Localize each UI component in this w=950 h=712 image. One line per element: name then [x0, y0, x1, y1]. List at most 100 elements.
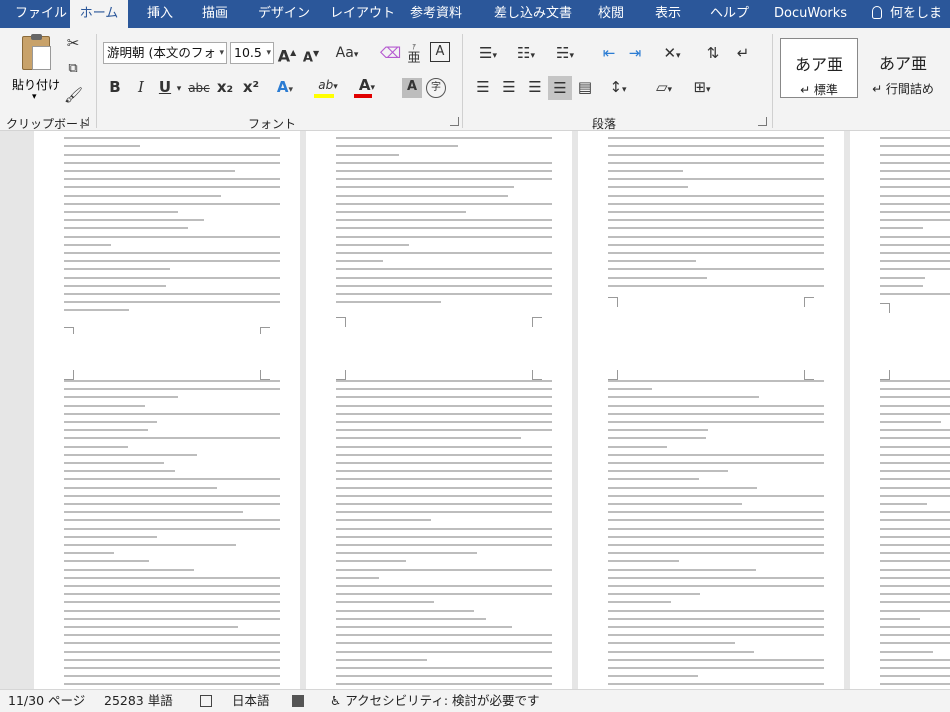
ime-icon[interactable]	[292, 690, 304, 712]
phonetic-guide-button[interactable]: ｱ亜	[404, 41, 424, 65]
show-marks-button[interactable]: ↵	[732, 44, 754, 62]
text-line	[608, 243, 824, 246]
text-line	[336, 667, 552, 669]
strikethrough-button[interactable]: abc	[186, 79, 212, 97]
tab-help[interactable]: ヘルプ	[708, 0, 751, 28]
tell-me-search[interactable]: 何をしま	[872, 0, 942, 28]
sort-button[interactable]: ⇅	[702, 44, 724, 62]
borders-button[interactable]: ⊞▾	[686, 78, 718, 99]
styles-gallery: あア亜 ↵ 標準 あア亜 ↵ 行間詰め	[778, 38, 950, 101]
text-line	[336, 486, 552, 489]
numbering-button[interactable]: ☷▾	[510, 44, 542, 65]
distributed-button[interactable]: ▤	[574, 78, 596, 96]
superscript-button[interactable]: x²	[240, 78, 262, 96]
align-center-button[interactable]: ☰	[498, 78, 520, 96]
highlight-button[interactable]: ab▾	[312, 76, 344, 98]
justify-button[interactable]: ☰	[548, 76, 572, 100]
grow-font-button[interactable]: A▲	[277, 44, 297, 65]
bullets-button[interactable]: ☰▾	[472, 44, 504, 65]
paste-button[interactable]: 貼り付け ▾	[8, 34, 64, 104]
paragraph-launcher-icon[interactable]	[758, 117, 767, 126]
document-page[interactable]	[578, 334, 844, 689]
tab-docuworks[interactable]: DocuWorks	[772, 0, 849, 28]
underline-button[interactable]: U	[156, 78, 174, 96]
style-no-spacing[interactable]: あア亜 ↵ 行間詰め	[864, 38, 942, 98]
multilevel-list-button[interactable]: ☵▾	[548, 44, 582, 65]
asian-layout-button[interactable]: ✕▾	[656, 44, 688, 65]
decrease-indent-button[interactable]: ⇤	[598, 44, 620, 62]
tab-file[interactable]: ファイル	[13, 0, 69, 28]
clear-formatting-icon[interactable]: ⌫	[380, 44, 401, 62]
document-page[interactable]	[306, 334, 572, 689]
align-left-button[interactable]: ☰	[472, 78, 494, 96]
subscript-button[interactable]: x₂	[214, 78, 236, 96]
text-line	[64, 293, 280, 295]
text-line	[336, 211, 466, 213]
margin-corner-mark	[260, 370, 270, 380]
text-line	[64, 219, 204, 222]
document-page[interactable]	[850, 334, 950, 689]
text-line	[64, 642, 280, 645]
tab-insert[interactable]: 挿入	[145, 0, 175, 28]
shrink-font-button[interactable]: A▼	[301, 45, 321, 67]
font-name-combo[interactable]: 游明朝 (本文のフォ ▾	[103, 42, 227, 64]
text-line	[336, 675, 552, 678]
document-multipage-view[interactable]	[0, 131, 950, 689]
margin-corner-mark	[532, 370, 542, 380]
text-line	[880, 519, 950, 522]
text-line	[336, 658, 427, 661]
accessibility-checker[interactable]: ♿ アクセシビリティ: 検討が必要です	[330, 690, 540, 712]
proofing-icon[interactable]	[200, 690, 212, 712]
text-line	[64, 421, 157, 423]
character-shading-button[interactable]: A	[402, 78, 422, 98]
text-line	[608, 153, 824, 156]
tab-draw[interactable]: 描画	[200, 0, 230, 28]
italic-button[interactable]: I	[132, 78, 150, 96]
text-line	[880, 683, 950, 686]
tab-layout[interactable]: レイアウト	[328, 0, 397, 28]
font-launcher-icon[interactable]	[450, 117, 459, 126]
document-page[interactable]	[34, 334, 300, 689]
bold-button[interactable]: B	[106, 78, 124, 96]
clipboard-launcher-icon[interactable]	[80, 117, 89, 126]
text-line	[880, 486, 950, 489]
align-right-button[interactable]: ☰	[524, 78, 546, 96]
shading-button[interactable]: ▱▾	[648, 78, 680, 99]
cut-icon[interactable]: ✂	[64, 34, 82, 52]
language-indicator[interactable]: 日本語	[232, 690, 270, 712]
text-line	[880, 153, 950, 156]
change-case-button[interactable]: Aa▾	[330, 44, 364, 64]
tab-home[interactable]: ホーム	[70, 0, 128, 28]
chevron-down-icon[interactable]: ▾	[174, 80, 184, 98]
text-line	[608, 494, 824, 497]
margin-corner-mark	[608, 297, 618, 307]
page-count[interactable]: 11/30 ページ	[8, 690, 85, 712]
text-line	[608, 186, 688, 189]
text-line	[880, 527, 950, 530]
tab-mailings[interactable]: 差し込み文書	[492, 0, 574, 28]
style-normal[interactable]: あア亜 ↵ 標準	[780, 38, 858, 98]
font-size-combo[interactable]: 10.5 ▾	[230, 42, 274, 64]
tab-references[interactable]: 参考資料	[408, 0, 464, 28]
text-line	[64, 503, 280, 505]
word-count[interactable]: 25283 単語	[104, 690, 173, 712]
text-line	[608, 650, 754, 653]
character-border-button[interactable]: A	[430, 42, 450, 62]
text-line	[336, 178, 552, 181]
copy-icon[interactable]: ⧉	[64, 60, 82, 78]
text-effects-button[interactable]: A▾	[274, 78, 296, 99]
text-line	[336, 576, 379, 579]
text-line	[64, 494, 280, 497]
tab-review[interactable]: 校閲	[596, 0, 626, 28]
font-color-button[interactable]: A▾	[352, 76, 382, 98]
tab-view[interactable]: 表示	[653, 0, 683, 28]
enclose-characters-button[interactable]: 字	[426, 78, 446, 98]
line-spacing-button[interactable]: ↕▾	[602, 78, 634, 99]
tab-design[interactable]: デザイン	[256, 0, 312, 28]
text-line	[880, 219, 950, 222]
text-line	[608, 170, 683, 172]
format-painter-icon[interactable]: 🖌	[64, 86, 83, 104]
increase-indent-button[interactable]: ⇥	[624, 44, 646, 62]
font-group-label: フォント	[248, 117, 297, 131]
ribbon-tab-bar: ファイル ホーム 挿入 描画 デザイン レイアウト 参考資料 差し込み文書 校閲…	[0, 0, 950, 28]
